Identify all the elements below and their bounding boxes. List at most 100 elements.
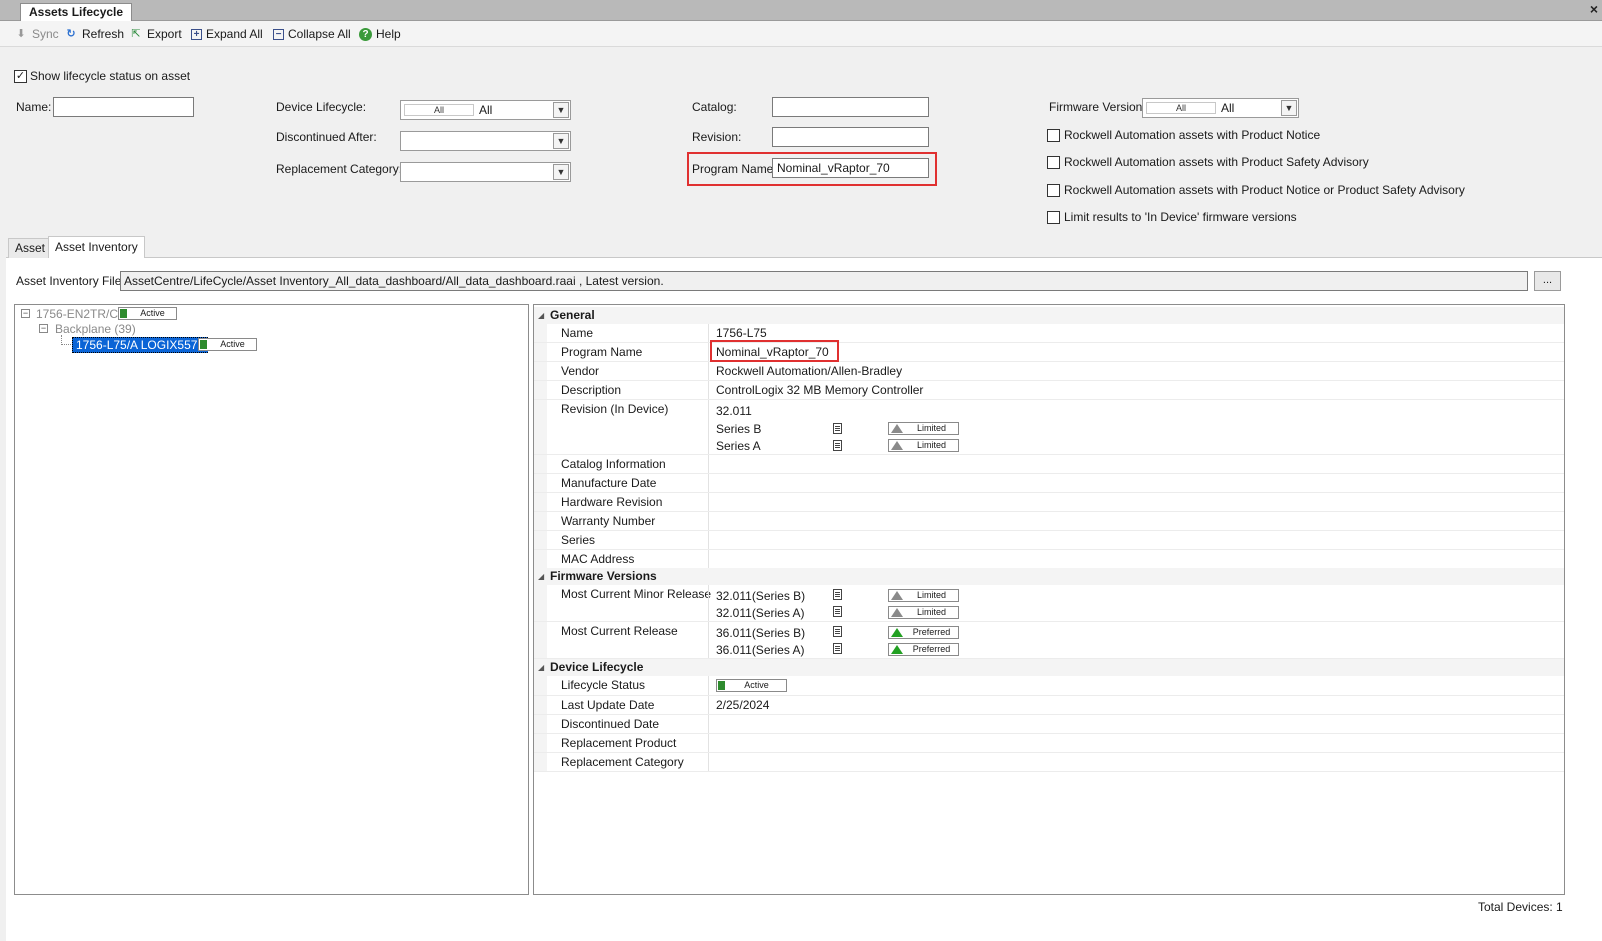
revision-label: Revision: (692, 130, 742, 144)
document-icon[interactable] (833, 626, 842, 637)
close-icon[interactable]: × (1590, 1, 1598, 17)
firmware-version-select[interactable]: All All ▼ (1142, 98, 1299, 118)
program-name-input[interactable]: Nominal_vRaptor_70 (772, 158, 929, 178)
properties-grid: ◢ General Name 1756-L75 Program Name Nomina… (533, 304, 1565, 895)
replacement-category-select[interactable]: ▼ (400, 162, 571, 182)
tree-node-root[interactable]: 1756-EN2TR/C (36, 307, 118, 321)
series-a-label: Series A (716, 439, 761, 453)
inventory-file-label: Asset Inventory File: (16, 274, 125, 288)
refresh-button[interactable]: ↻ Refresh (64, 25, 124, 43)
sync-label: Sync (32, 27, 59, 41)
limited-status-badge: Limited (888, 589, 959, 602)
show-lifecycle-label: Show lifecycle status on asset (30, 69, 191, 83)
show-lifecycle-checkbox[interactable]: ✓ (14, 70, 27, 83)
notice-or-advisory-checkbox[interactable] (1047, 184, 1060, 197)
expand-icon: + (191, 28, 202, 40)
column-divider (708, 324, 709, 342)
prop-value: 1756-L75 (716, 326, 767, 340)
prop-value: ControlLogix 32 MB Memory Controller (716, 383, 924, 397)
document-icon[interactable] (833, 643, 842, 654)
prop-name: Warranty Number (561, 514, 656, 528)
prop-name: Series (561, 533, 596, 547)
discontinued-after-select[interactable]: ▼ (400, 131, 571, 151)
selected-status-badge: Active (198, 338, 257, 351)
category-firmware[interactable]: ◢ Firmware Versions (534, 568, 1564, 585)
status-text: Preferred (912, 644, 951, 654)
collapse-node-icon[interactable]: − (21, 309, 30, 318)
category-device-lifecycle[interactable]: ◢ Device Lifecycle (534, 659, 1564, 676)
status-text: Limited (916, 607, 946, 617)
refresh-icon: ↻ (66, 28, 76, 40)
status-text: Limited (916, 440, 946, 450)
device-lifecycle-mini: All (404, 104, 474, 116)
limit-in-device-checkbox[interactable] (1047, 211, 1060, 224)
status-bar (718, 681, 725, 690)
sync-icon: ⬇ (16, 28, 26, 40)
chevron-down-icon[interactable]: ▼ (1281, 100, 1297, 116)
limited-status-badge: Limited (888, 439, 959, 452)
help-button[interactable]: ? Help (359, 25, 401, 43)
browse-button[interactable]: ... (1534, 271, 1561, 291)
limited-status-badge: Limited (888, 606, 959, 619)
program-name-label: Program Name: (692, 162, 777, 176)
prop-row-replacement-product: Replacement Product (534, 734, 1564, 753)
tab-asset[interactable]: Asset (8, 238, 53, 258)
safety-advisory-label: Rockwell Automation assets with Product … (1064, 155, 1369, 169)
collapse-all-button[interactable]: − Collapse All (273, 25, 351, 43)
tab-asset-inventory[interactable]: Asset Inventory (48, 236, 145, 259)
collapse-triangle-icon[interactable]: ◢ (538, 659, 544, 676)
prop-name: Discontinued Date (561, 717, 660, 731)
prop-name: Hardware Revision (561, 495, 663, 509)
document-icon[interactable] (833, 589, 842, 600)
revision-value: 32.011 (716, 404, 752, 418)
export-button[interactable]: ⇱ Export (129, 25, 181, 43)
column-divider (708, 400, 709, 454)
prop-name: Most Current Release (561, 624, 678, 638)
collapse-icon: − (273, 28, 284, 40)
column-divider (708, 696, 709, 714)
expand-all-button[interactable]: + Expand All (191, 25, 263, 43)
catalog-input[interactable] (772, 97, 929, 117)
category-general[interactable]: ◢ General (534, 307, 1564, 324)
category-firmware-label: Firmware Versions (550, 569, 657, 583)
prop-row-discontinued-date: Discontinued Date (534, 715, 1564, 734)
row-gutter (534, 455, 547, 473)
warning-triangle-icon (891, 591, 903, 600)
collapse-node-icon[interactable]: − (39, 324, 48, 333)
document-icon[interactable] (833, 440, 842, 451)
tree-node-selected[interactable]: 1756-L75/A LOGIX5575 (72, 337, 209, 353)
lifecycle-status-text: Active (744, 680, 769, 690)
chevron-down-icon[interactable]: ▼ (553, 102, 569, 118)
sync-button[interactable]: ⬇ Sync (14, 25, 59, 43)
device-lifecycle-select[interactable]: All All ▼ (400, 100, 571, 120)
row-gutter (534, 512, 547, 530)
collapse-triangle-icon[interactable]: ◢ (538, 307, 544, 324)
assets-lifecycle-tab[interactable]: Assets Lifecycle (20, 3, 133, 22)
prop-row-mac: MAC Address (534, 550, 1564, 569)
product-notice-label: Rockwell Automation assets with Product … (1064, 128, 1321, 142)
replacement-category-label: Replacement Category: (276, 162, 403, 176)
name-input[interactable] (53, 97, 194, 117)
prop-name: Description (561, 383, 622, 397)
view-tabs: Asset Asset Inventory (6, 236, 1602, 259)
prop-name: Replacement Product (561, 736, 677, 750)
preferred-status-badge: Preferred (888, 643, 959, 656)
chevron-down-icon[interactable]: ▼ (553, 164, 569, 180)
chevron-down-icon[interactable]: ▼ (553, 133, 569, 149)
product-notice-checkbox[interactable] (1047, 129, 1060, 142)
document-icon[interactable] (833, 606, 842, 617)
preferred-status-badge: Preferred (888, 626, 959, 639)
root-status-text: Active (140, 308, 165, 318)
tree-node-backplane[interactable]: Backplane (39) (55, 322, 136, 336)
total-devices-status: Total Devices: 1 (1478, 900, 1563, 914)
prop-row-minor-release: Most Current Minor Release 32.011(Series… (534, 585, 1564, 622)
prop-row-name: Name 1756-L75 (534, 324, 1564, 343)
safety-advisory-checkbox[interactable] (1047, 156, 1060, 169)
revision-input[interactable] (772, 127, 929, 147)
discontinued-after-label: Discontinued After: (276, 130, 377, 144)
current-release-a: 36.011(Series A) (716, 643, 805, 657)
document-icon[interactable] (833, 423, 842, 434)
program-name-highlight (710, 340, 839, 362)
tab-title: Assets Lifecycle (29, 5, 124, 19)
collapse-triangle-icon[interactable]: ◢ (538, 568, 544, 585)
